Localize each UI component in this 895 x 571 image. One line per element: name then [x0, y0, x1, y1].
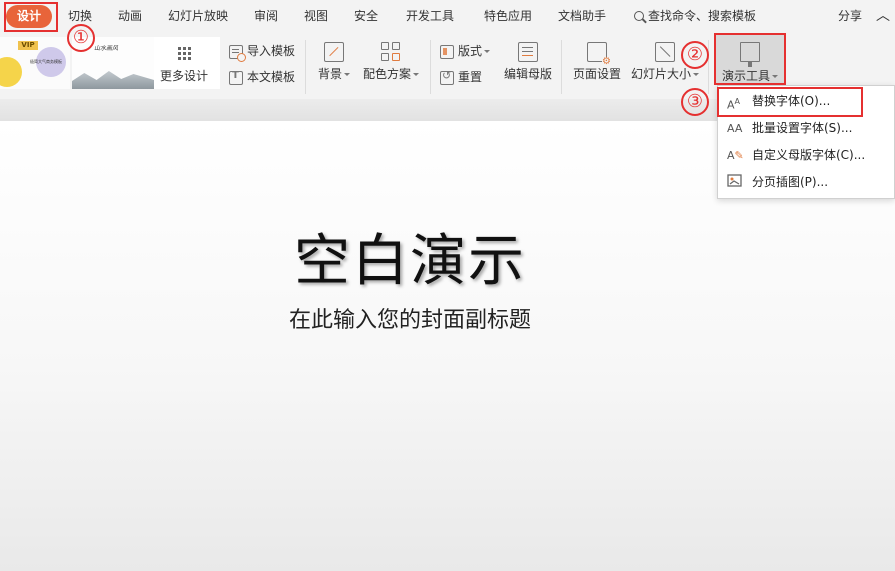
annotation-box-design-tab	[4, 2, 58, 32]
edit-master-icon	[518, 42, 538, 62]
menu-item-master-font[interactable]: A✎ 自定义母版字体(C)...	[718, 142, 894, 169]
template-yellow-shape	[0, 57, 22, 87]
template-thumbnail-1[interactable]: VIP 极简大气商务模板	[0, 37, 70, 89]
chevron-down-icon	[693, 73, 699, 76]
annotation-step-3: ③	[681, 88, 709, 116]
menu-item-label: 自定义母版字体(C)...	[752, 148, 866, 162]
background-button[interactable]: 背景	[314, 42, 354, 82]
ribbon-divider	[561, 40, 562, 94]
mountain-artwork	[72, 71, 154, 89]
annotation-box-replace-font	[717, 87, 863, 117]
slide-title[interactable]: 空白演示	[0, 216, 820, 297]
page-setup-label: 页面设置	[572, 67, 621, 81]
this-template-label: 本文模板	[247, 70, 296, 84]
import-template-button[interactable]: 导入模板	[229, 42, 296, 62]
tab-doc-assistant[interactable]: 文档助手	[558, 0, 606, 33]
import-template-label: 导入模板	[247, 44, 296, 58]
search-icon	[634, 11, 644, 21]
chevron-down-icon	[484, 50, 491, 53]
import-template-icon	[229, 44, 246, 62]
layout-icon	[440, 44, 454, 59]
tab-developer-tools[interactable]: 开发工具	[406, 0, 454, 33]
menu-bar: 设计 切换 动画 幻灯片放映 审阅 视图 安全 开发工具 特色应用 文档助手 查…	[0, 0, 895, 33]
annotation-box-tools	[714, 33, 786, 85]
more-design-button[interactable]: 更多设计	[154, 37, 220, 89]
text-template-icon	[229, 70, 243, 85]
annotation-step-1: ①	[67, 24, 95, 52]
share-button[interactable]: 分享	[838, 0, 862, 33]
edit-master-label: 编辑母版	[503, 67, 552, 81]
more-design-label: 更多设计	[160, 69, 209, 83]
tab-review[interactable]: 审阅	[254, 0, 278, 33]
annotation-step-2: ②	[681, 41, 709, 69]
menu-item-label: 批量设置字体(S)...	[752, 121, 853, 135]
slide-size-icon	[655, 42, 675, 62]
tab-animation[interactable]: 动画	[118, 0, 142, 33]
reset-button[interactable]: 重置	[440, 68, 482, 85]
ribbon-divider	[305, 40, 306, 94]
menu-item-page-image[interactable]: 分页插图(P)...	[718, 169, 894, 196]
search-label: 查找命令、搜索模板	[648, 9, 757, 23]
ribbon-divider	[708, 40, 709, 94]
chevron-down-icon	[413, 73, 419, 76]
color-scheme-label: 配色方案	[362, 67, 411, 81]
slide-size-label: 幻灯片大小	[630, 67, 691, 81]
edit-master-button[interactable]: 编辑母版	[502, 42, 554, 82]
tab-security[interactable]: 安全	[354, 0, 378, 33]
grid-icon	[178, 47, 192, 61]
layout-label: 版式	[458, 44, 483, 58]
image-icon	[727, 174, 744, 191]
this-template-button[interactable]: 本文模板	[229, 68, 295, 85]
command-search[interactable]: 查找命令、搜索模板	[634, 0, 756, 33]
template1-caption: 极简大气商务模板	[30, 59, 62, 64]
font-batch-icon: AA	[727, 122, 743, 135]
template2-caption: 山水画风	[94, 45, 119, 52]
font-edit-icon: A✎	[727, 149, 744, 162]
tab-special-apps[interactable]: 特色应用	[484, 0, 532, 33]
page-setup-icon	[587, 42, 611, 67]
slide-subtitle[interactable]: 在此输入您的封面副标题	[0, 302, 820, 334]
ribbon-divider	[430, 40, 431, 94]
tab-view[interactable]: 视图	[304, 0, 328, 33]
background-label: 背景	[317, 67, 342, 81]
color-scheme-button[interactable]: 配色方案	[360, 42, 422, 82]
color-scheme-icon	[381, 42, 401, 62]
background-icon	[324, 42, 344, 62]
vip-badge: VIP	[18, 41, 38, 50]
chevron-up-icon[interactable]: ︿	[876, 0, 890, 33]
tab-slideshow[interactable]: 幻灯片放映	[168, 0, 228, 33]
layout-button[interactable]: 版式	[440, 42, 491, 59]
menu-item-batch-font[interactable]: AA 批量设置字体(S)...	[718, 115, 894, 142]
reset-label: 重置	[458, 70, 483, 84]
page-setup-button[interactable]: 页面设置	[570, 42, 624, 82]
chevron-down-icon	[344, 73, 350, 76]
menu-item-label: 分页插图(P)...	[752, 175, 829, 189]
reset-icon	[440, 69, 454, 85]
